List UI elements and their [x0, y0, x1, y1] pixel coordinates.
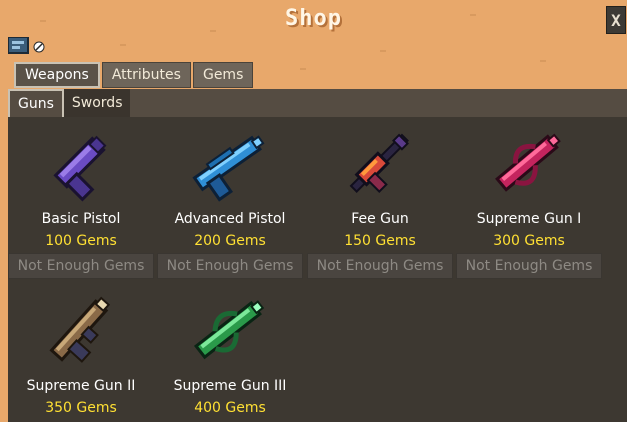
basic-pistol-icon — [8, 123, 154, 205]
shop-item-fee-gun: Fee Gun 150 Gems — [307, 123, 453, 253]
advanced-pistol-icon — [157, 123, 303, 205]
item-name: Supreme Gun III — [173, 378, 287, 394]
sand-speck — [380, 50, 386, 52]
supreme-gun-3-icon — [157, 290, 303, 372]
buy-button[interactable]: Not Enough Gems — [8, 253, 154, 279]
category-tabs: Weapons Attributes Gems — [14, 62, 254, 88]
shop-item-supreme-gun-1: Supreme Gun I 300 Gems — [456, 123, 602, 253]
sand-speck — [540, 60, 546, 62]
close-button[interactable]: X — [606, 6, 626, 34]
supreme-gun-2-icon — [8, 290, 154, 372]
subtab-swords[interactable]: Swords — [63, 89, 131, 117]
item-name: Advanced Pistol — [174, 211, 286, 227]
buy-button[interactable]: Not Enough Gems — [157, 253, 303, 279]
tab-attributes[interactable]: Attributes — [101, 62, 191, 88]
item-price: 150 Gems — [344, 233, 416, 249]
item-price: 400 Gems — [194, 400, 266, 416]
shop-item-advanced-pistol: Advanced Pistol 200 Gems — [157, 123, 303, 253]
shop-item-supreme-gun-3: Supreme Gun III 400 Gems — [157, 290, 303, 420]
item-name: Fee Gun — [351, 211, 409, 227]
item-price: 300 Gems — [493, 233, 565, 249]
item-price: 350 Gems — [45, 400, 117, 416]
shop-title: Shop — [285, 6, 342, 31]
tab-weapons[interactable]: Weapons — [14, 62, 100, 88]
weapon-subtabs: Guns Swords — [8, 89, 131, 117]
item-name: Supreme Gun II — [26, 378, 136, 394]
shop-item-supreme-gun-2: Supreme Gun II 350 Gems — [8, 290, 154, 420]
item-name: Basic Pistol — [41, 211, 121, 227]
buy-button[interactable]: Not Enough Gems — [307, 253, 453, 279]
tab-gems[interactable]: Gems — [192, 62, 254, 88]
sand-speck — [300, 68, 306, 70]
fee-gun-icon — [307, 123, 453, 205]
item-price: 100 Gems — [45, 233, 117, 249]
item-price: 200 Gems — [194, 233, 266, 249]
player-badge-icon — [7, 36, 48, 57]
item-name: Supreme Gun I — [476, 211, 582, 227]
sand-speck — [120, 44, 126, 46]
supreme-gun-1-icon — [456, 123, 602, 205]
subtab-guns[interactable]: Guns — [8, 89, 64, 117]
shop-item-basic-pistol: Basic Pistol 100 Gems — [8, 123, 154, 253]
buy-button[interactable]: Not Enough Gems — [456, 253, 602, 279]
